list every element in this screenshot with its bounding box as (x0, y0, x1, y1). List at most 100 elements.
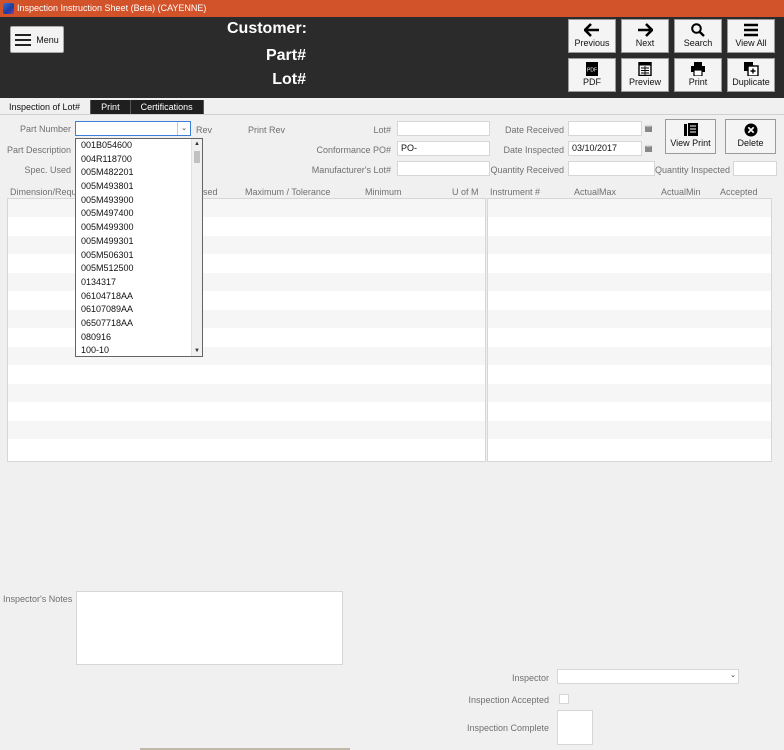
print-button[interactable]: Print (674, 58, 722, 92)
table-row[interactable] (8, 421, 485, 440)
spec-used-label: Spec. Used (24, 165, 71, 175)
previous-label: Previous (574, 38, 610, 48)
arrow-left-icon (584, 23, 599, 37)
close-circle-icon (744, 123, 757, 137)
table-row[interactable] (8, 366, 485, 384)
col-maximum-tolerance: Maximum / Tolerance (245, 187, 331, 197)
dropdown-option[interactable]: 005M482201 (76, 166, 202, 180)
table-row[interactable] (488, 218, 771, 236)
menu-label: Menu (36, 34, 59, 45)
dropdown-option[interactable]: 005M499301 (76, 235, 202, 249)
part-number-combobox[interactable]: ⌄ (75, 121, 191, 136)
scroll-up-icon[interactable]: ▲ (192, 139, 202, 149)
inspection-accepted-label: Inspection Accepted (468, 695, 549, 705)
hamburger-icon (15, 33, 32, 46)
tab-inspection-of-lot[interactable]: Inspection of Lot# (0, 100, 92, 114)
table-row[interactable] (488, 236, 771, 255)
scroll-down-icon[interactable]: ▼ (192, 346, 202, 356)
inspectors-notes-label: Inspector's Notes (3, 594, 73, 604)
lot-field[interactable] (397, 121, 490, 136)
rev-label: Rev (196, 125, 213, 135)
menu-button[interactable]: Menu (10, 26, 64, 53)
duplicate-button[interactable]: Duplicate (727, 58, 775, 92)
table-row[interactable] (488, 329, 771, 347)
header-bar: Menu Customer: Part# Lot# Previous Next … (0, 17, 784, 98)
date-received-field[interactable] (568, 121, 642, 136)
dropdown-option[interactable]: 06107089AA (76, 303, 202, 317)
table-row[interactable] (488, 421, 771, 440)
delete-label: Delete (737, 138, 764, 148)
quantity-inspected-field[interactable] (733, 161, 777, 176)
inspection-accepted-checkbox[interactable] (559, 694, 569, 704)
table-row[interactable] (488, 273, 771, 292)
col-actual-max: ActualMax (574, 187, 617, 197)
table-row[interactable] (8, 440, 485, 458)
pdf-icon: PDF (586, 62, 598, 76)
inspection-complete-label: Inspection Complete (466, 723, 549, 733)
print-rev-label: Print Rev (248, 125, 286, 135)
quantity-received-field[interactable] (568, 161, 655, 176)
dropdown-option[interactable]: 06507718AA (76, 317, 202, 331)
dropdown-option[interactable]: 005M497400 (76, 207, 202, 221)
dropdown-option[interactable]: 005M493900 (76, 194, 202, 208)
tab-print[interactable]: Print (91, 100, 131, 114)
table-row[interactable] (8, 384, 485, 403)
table-row[interactable] (488, 310, 771, 329)
dropdown-option[interactable]: 0134317 (76, 276, 202, 290)
chevron-down-icon: ⌄ (730, 672, 736, 679)
dropdown-option[interactable]: 004R118700 (76, 153, 202, 167)
table-row[interactable] (488, 403, 771, 421)
table-row[interactable] (8, 403, 485, 421)
previous-button[interactable]: Previous (568, 19, 616, 53)
inspector-select[interactable]: ⌄ (557, 669, 739, 684)
tab-divider (0, 114, 784, 115)
calendar-icon[interactable]: ▤ (642, 121, 655, 136)
delete-button[interactable]: Delete (725, 119, 776, 154)
date-received-label: Date Received (504, 125, 564, 135)
pdf-button[interactable]: PDF PDF (568, 58, 616, 92)
chevron-down-icon[interactable]: ⌄ (177, 122, 190, 135)
conformance-po-label: Conformance PO# (316, 145, 391, 155)
duplicate-label: Duplicate (732, 77, 770, 87)
inspectors-notes-field[interactable] (76, 591, 343, 665)
preview-button[interactable]: Preview (621, 58, 669, 92)
table-row[interactable] (488, 384, 771, 403)
table-row[interactable] (488, 366, 771, 384)
dropdown-scrollbar[interactable]: ▲ ▼ (191, 139, 202, 356)
window-titlebar: Inspection Instruction Sheet (Beta) (CAY… (0, 0, 784, 17)
tab-certifications[interactable]: Certifications (130, 100, 204, 114)
date-inspected-field[interactable]: 03/10/2017 (568, 141, 642, 156)
next-button[interactable]: Next (621, 19, 669, 53)
calendar-icon[interactable]: ▤ (642, 141, 655, 156)
dropdown-option[interactable]: 005M493801 (76, 180, 202, 194)
duplicate-icon (744, 62, 759, 76)
dropdown-option[interactable]: 005M512500 (76, 262, 202, 276)
dropdown-option[interactable]: 005M499300 (76, 221, 202, 235)
search-label: Search (683, 38, 713, 48)
view-print-button[interactable]: View Print (665, 119, 716, 154)
lot-label: Lot# (373, 125, 391, 135)
table-row[interactable] (488, 255, 771, 273)
part-number-dropdown[interactable]: 001B054600 004R118700 005M482201 005M493801… (75, 138, 203, 357)
manufacturer-lot-field[interactable] (397, 161, 490, 176)
table-row[interactable] (488, 440, 771, 458)
scroll-thumb[interactable] (194, 151, 200, 163)
table-row[interactable] (488, 347, 771, 366)
table-row[interactable] (488, 292, 771, 310)
view-print-label: View Print (670, 138, 711, 148)
part-description-label: Part Description (6, 145, 71, 155)
measurements-grid[interactable] (487, 198, 772, 462)
inspection-complete-field[interactable] (557, 710, 593, 745)
view-all-button[interactable]: View All (727, 19, 775, 53)
conformance-po-field[interactable]: PO- (397, 141, 490, 156)
preview-icon (638, 62, 652, 76)
search-button[interactable]: Search (674, 19, 722, 53)
dropdown-option[interactable]: 06104718AA (76, 290, 202, 304)
dropdown-option[interactable]: 100-10 (76, 344, 202, 356)
dropdown-option[interactable]: 001B054600 (76, 139, 202, 153)
table-row[interactable] (488, 199, 771, 218)
dropdown-option[interactable]: 080916 (76, 331, 202, 345)
dropdown-option[interactable]: 005M506301 (76, 249, 202, 263)
inspector-label: Inspector (511, 673, 549, 683)
tab-bar: Inspection of Lot# Print Certifications (0, 100, 204, 114)
